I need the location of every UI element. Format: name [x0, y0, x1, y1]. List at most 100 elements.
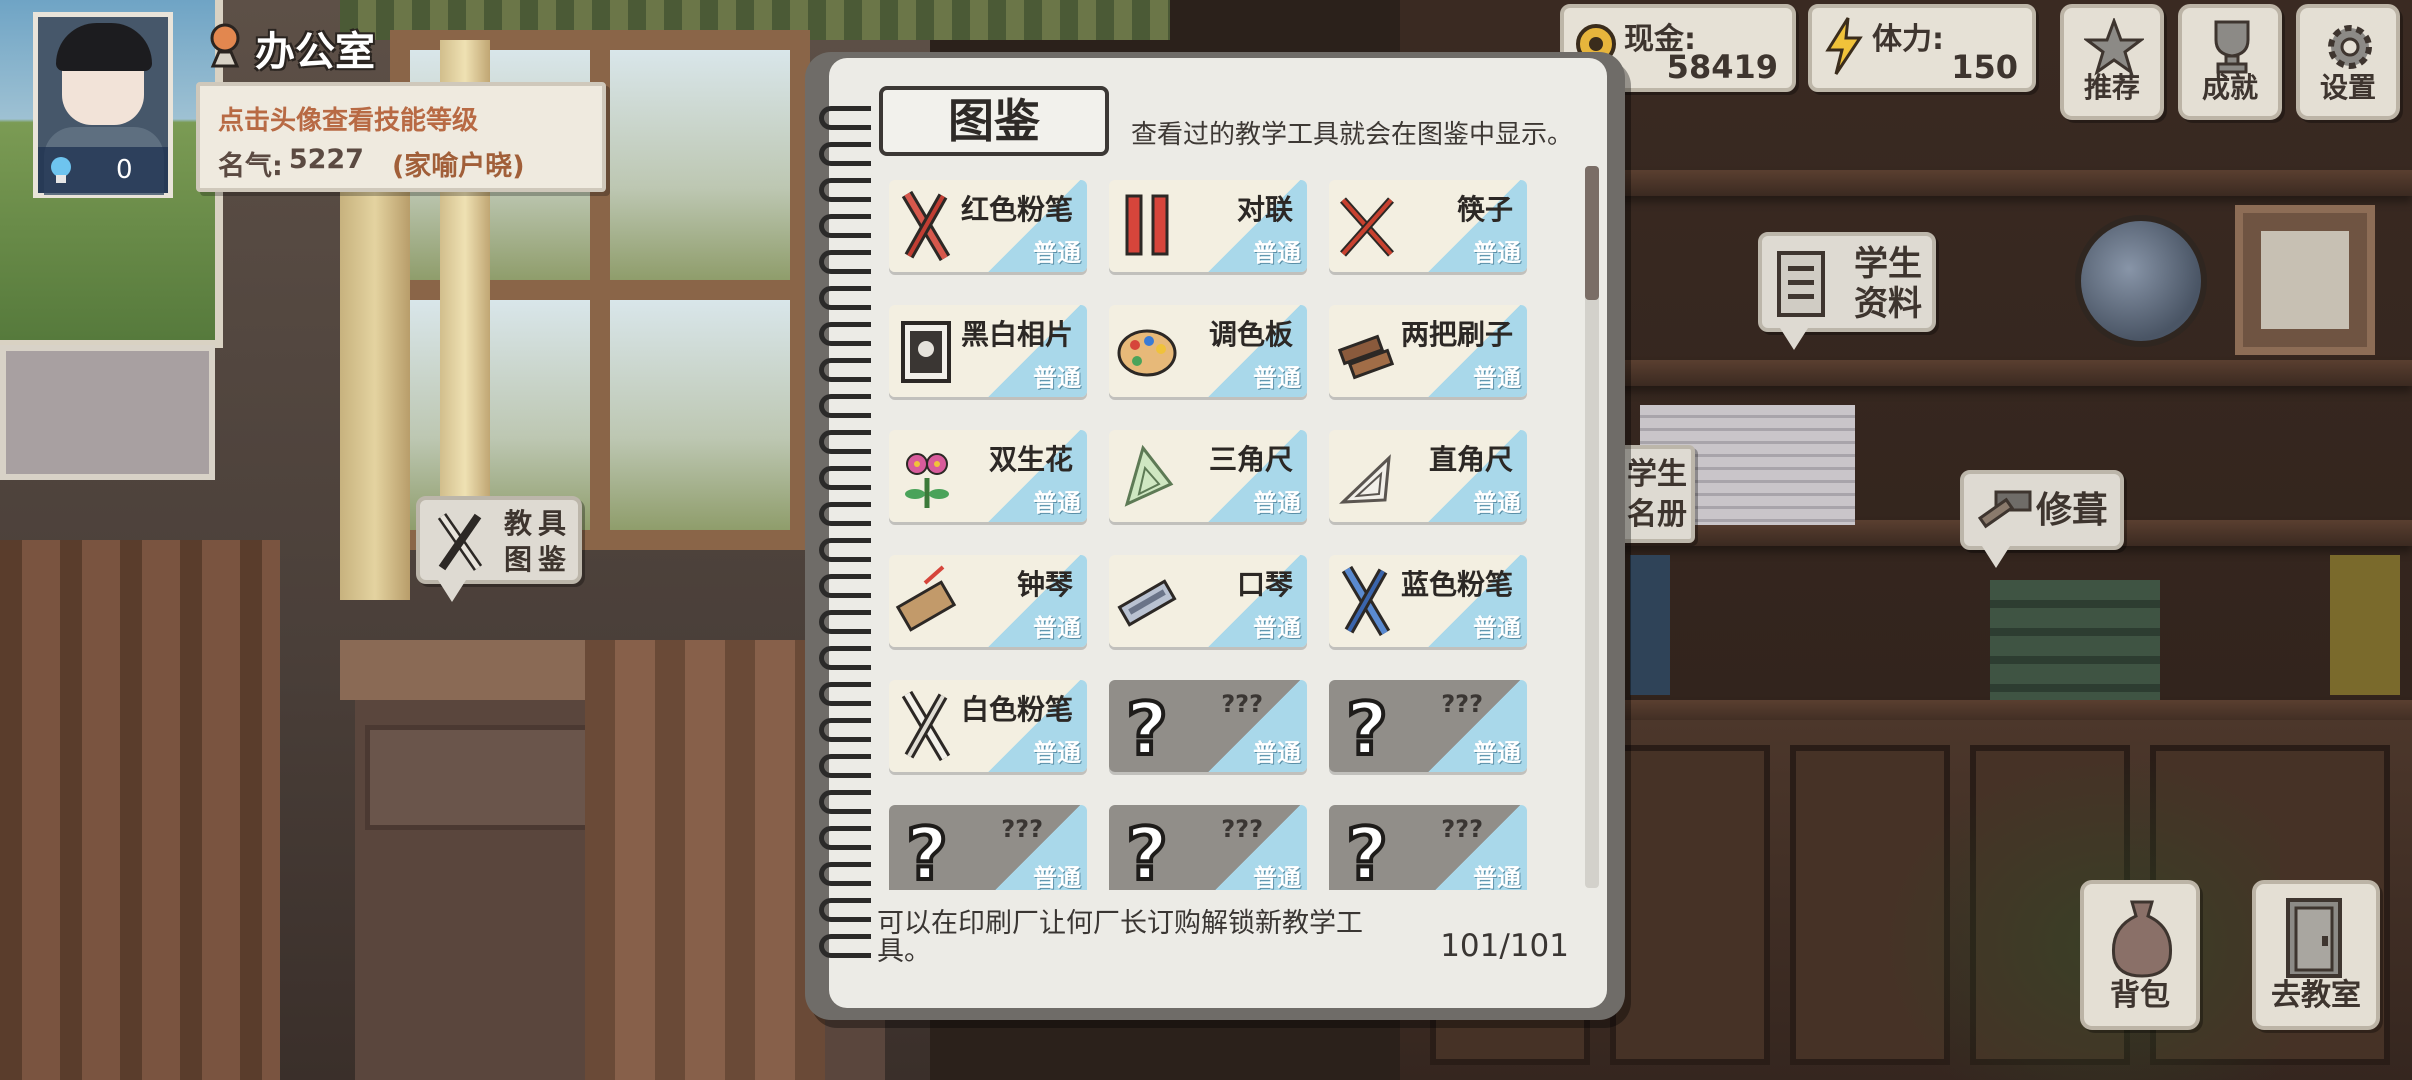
tool-encyclopedia-sign[interactable]: 教具图鉴	[416, 496, 582, 602]
item-name: 对联	[1236, 193, 1293, 226]
chair	[585, 640, 825, 1080]
achievements-label: 成就	[2201, 71, 2258, 104]
binder-ring	[819, 106, 871, 130]
repair-sign[interactable]: 修葺	[1960, 470, 2124, 568]
backpack-label: 背包	[2110, 978, 2170, 1013]
binder-ring	[819, 286, 871, 310]
binder-ring	[819, 790, 871, 814]
book-stack	[1990, 580, 2160, 700]
question-mark-icon: ?	[1115, 810, 1179, 890]
item-rarity: 普通	[1033, 364, 1081, 392]
item-card[interactable]: 蓝色粉笔 普通	[1329, 555, 1527, 647]
binder-ring	[819, 430, 871, 454]
locked-item-card[interactable]: ???? 普通	[1109, 805, 1307, 890]
question-mark-icon: ?	[1335, 810, 1399, 890]
question-mark-icon: ?	[1335, 685, 1399, 772]
item-card[interactable]: 白色粉笔普通	[889, 680, 1087, 772]
unlock-hint: 可以在印刷厂让何厂长订购解锁新教学工具。	[877, 908, 1363, 967]
student-roster-sign[interactable]: 学生名册	[1615, 445, 1695, 543]
locked-item-card[interactable]: ???? 普通	[1329, 680, 1527, 772]
student-info-sign[interactable]: 学生资料	[1758, 232, 1936, 350]
svg-text:?: ?	[1126, 688, 1168, 764]
item-rarity: 普通	[1033, 489, 1081, 517]
item-card[interactable]: 对联 普通	[1109, 180, 1307, 272]
profile-card[interactable]: 点击头像查看技能等级 名气: 5227 (家喻户晓)	[196, 82, 606, 192]
harmonica-icon	[1115, 563, 1179, 639]
right-angle-ruler-icon	[1335, 438, 1399, 514]
item-card[interactable]: 调色板 普通	[1109, 305, 1307, 397]
binder-ring	[819, 538, 871, 562]
item-rarity: 普通	[1033, 239, 1081, 267]
item-name: 筷子	[1456, 193, 1513, 226]
item-name: 三角尺	[1208, 443, 1293, 476]
notebook-rings	[819, 106, 871, 976]
go-to-classroom-button[interactable]: 去教室	[2252, 880, 2380, 1030]
binder-ring	[819, 934, 871, 958]
palette-icon	[1115, 313, 1179, 389]
player-avatar[interactable]: 0	[33, 12, 173, 198]
scrollbar-thumb[interactable]	[1585, 166, 1599, 300]
locked-item-card[interactable]: ???? 普通	[1329, 805, 1527, 890]
fame-label: 名气:	[218, 151, 283, 182]
lightning-icon	[1825, 17, 1863, 75]
chalk-icon	[437, 513, 483, 571]
item-card[interactable]: 红色粉笔普通	[889, 180, 1087, 272]
binder-ring	[819, 718, 871, 742]
item-name: 调色板	[1208, 318, 1293, 351]
achievements-button[interactable]: 成就	[2178, 4, 2282, 120]
brushes-icon	[1335, 313, 1399, 389]
couplet-icon	[1115, 188, 1179, 264]
item-name: 红色粉笔	[960, 193, 1073, 226]
item-rarity: 普通	[1033, 614, 1081, 642]
settings-button[interactable]: 设置	[2296, 4, 2400, 120]
item-rarity: 普通	[1473, 239, 1521, 267]
locked-item-card[interactable]: ???? 普通	[889, 805, 1087, 890]
locked-item-card[interactable]: ???? 普通	[1109, 680, 1307, 772]
blue-chalk-icon	[1335, 563, 1399, 639]
door-icon	[2286, 898, 2342, 978]
hammer-icon	[1977, 490, 2032, 529]
location-header: 办公室	[205, 18, 375, 78]
item-card[interactable]: 直角尺 普通	[1329, 430, 1527, 522]
item-rarity: 普通	[1473, 489, 1521, 517]
question-mark-icon: ?	[895, 810, 959, 890]
item-rarity: 普通	[1033, 864, 1081, 890]
recommend-button[interactable]: 推荐	[2060, 4, 2164, 120]
go-to-classroom-label: 去教室	[2271, 978, 2361, 1013]
chopsticks-icon	[1335, 188, 1399, 264]
item-card[interactable]: 两把刷子 普通	[1329, 305, 1527, 397]
recommend-label: 推荐	[2083, 71, 2140, 104]
binder-ring	[819, 754, 871, 778]
binder-ring	[819, 646, 871, 670]
fame-value: 5227	[288, 144, 364, 175]
item-card[interactable]: 双生花普通	[889, 430, 1087, 522]
item-card[interactable]: 三角尺 普通	[1109, 430, 1307, 522]
item-name: ???	[1221, 815, 1263, 843]
encyclopedia-title: 图鉴	[879, 86, 1109, 156]
backpack-button[interactable]: 背包	[2080, 880, 2200, 1030]
fame-title: (家喻户晓)	[391, 151, 525, 182]
portrait-frame	[2235, 205, 2375, 355]
book	[1630, 555, 1670, 695]
item-rarity: 普通	[1473, 614, 1521, 642]
curtain	[340, 180, 410, 600]
grid-scrollbar[interactable]	[1585, 166, 1599, 888]
binder-ring	[819, 178, 871, 202]
item-name: 双生花	[988, 443, 1073, 476]
item-card[interactable]: 钟琴普通	[889, 555, 1087, 647]
plant-decoration	[1860, 740, 2280, 1080]
stamina-value: 150	[1951, 48, 2018, 86]
item-card[interactable]: 口琴 普通	[1109, 555, 1307, 647]
binder-ring	[819, 214, 871, 238]
item-rarity: 普通	[1033, 739, 1081, 767]
binder-ring	[819, 862, 871, 886]
item-name: 钟琴	[1016, 568, 1073, 601]
item-name: 白色粉笔	[960, 693, 1073, 726]
skill-hint: 点击头像查看技能等级	[218, 106, 479, 136]
item-card[interactable]: 黑白相片 普通	[889, 305, 1087, 397]
location-name: 办公室	[255, 29, 375, 75]
binder-ring	[819, 322, 871, 346]
encyclopedia-subtitle: 查看过的教学工具就会在图鉴中显示。	[1131, 120, 1574, 150]
item-card[interactable]: 筷子普通	[1329, 180, 1527, 272]
student-info-label: 学生资料	[1854, 244, 1922, 324]
